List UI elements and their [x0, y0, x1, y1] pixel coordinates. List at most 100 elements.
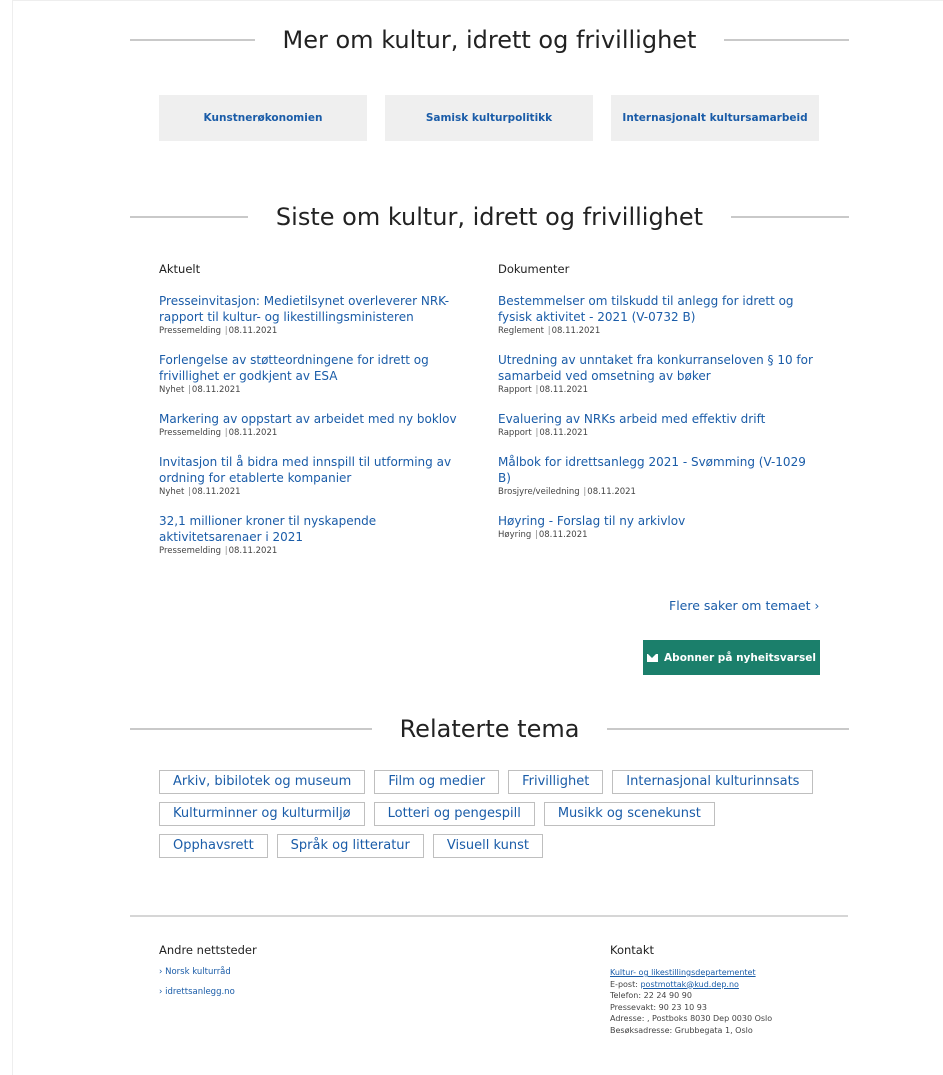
document-type: Reglement	[498, 326, 544, 336]
tag-film-og-medier[interactable]: Film og medier	[374, 770, 500, 794]
tag-kulturminner-og-kulturmiljo[interactable]: Kulturminner og kulturmiljø	[159, 802, 365, 826]
tag-arkiv-bibliotek-museum[interactable]: Arkiv, bibilotek og museum	[159, 770, 366, 794]
divider	[130, 728, 372, 730]
news-type: Pressemelding	[159, 428, 222, 438]
footer-other-sites-title: Andre nettsteder	[159, 943, 257, 957]
news-date: 08.11.2021	[191, 385, 241, 395]
document-type: Brosjyre/veiledning	[498, 487, 580, 497]
footer-link-idrettsanlegg[interactable]: › idrettsanlegg.no	[159, 987, 257, 997]
subscribe-label: Abonner på nyheitsvarsel	[664, 651, 816, 664]
document-date: 08.11.2021	[538, 530, 588, 540]
divider	[731, 216, 850, 218]
document-date: 08.11.2021	[539, 428, 588, 438]
list-item: Presseinvitasjon: Medietilsynet overleve…	[159, 293, 479, 336]
contact-address: Adresse: , Postboks 8030 Dep 0030 Oslo	[610, 1014, 773, 1023]
news-type: Nyhet	[159, 385, 185, 395]
footer-other-sites: Andre nettsteder › Norsk kulturråd › idr…	[159, 943, 257, 1007]
list-item: Forlengelse av støtteordningene for idre…	[159, 352, 479, 395]
news-type: Nyhet	[159, 487, 185, 497]
news-link[interactable]: 32,1 millioner kroner til nyskapende akt…	[159, 513, 479, 545]
contact-phone: Telefon: 22 24 90 90	[610, 991, 692, 1000]
document-link[interactable]: Evaluering av NRKs arbeid med effektiv d…	[498, 411, 818, 427]
topic-card-kunstnerokonomien[interactable]: Kunstnerøkonomien	[159, 95, 367, 141]
chevron-right-icon: ›	[159, 987, 163, 997]
document-link[interactable]: Bestemmelser om tilskudd til anlegg for …	[498, 293, 818, 325]
list-item: Utredning av unntaket fra konkurranselov…	[498, 352, 818, 395]
more-section-title: Mer om kultur, idrett og frivillighet	[282, 26, 697, 54]
topic-card-internasjonalt-kultursamarbeid[interactable]: Internasjonalt kultursamarbeid	[611, 95, 819, 141]
list-item: 32,1 millioner kroner til nyskapende akt…	[159, 513, 479, 556]
news-date: 08.11.2021	[228, 428, 278, 438]
news-meta: Pressemelding |08.11.2021	[159, 428, 278, 438]
tag-opphavsrett[interactable]: Opphavsrett	[159, 834, 268, 858]
latest-section-heading: Siste om kultur, idrett og frivillighet	[130, 203, 850, 231]
document-meta: Brosjyre/veiledning |08.11.2021	[498, 487, 636, 497]
news-link[interactable]: Presseinvitasjon: Medietilsynet overleve…	[159, 293, 479, 325]
chevron-right-icon: ›	[814, 599, 820, 613]
contact-email-line: E-post: postmottak@kud.dep.no	[610, 979, 772, 991]
document-date: 08.11.2021	[587, 487, 636, 497]
list-item: Invitasjon til å bidra med innspill til …	[159, 454, 479, 497]
tag-musikk-og-scenekunst[interactable]: Musikk og scenekunst	[543, 802, 715, 826]
document-date: 08.11.2021	[539, 385, 588, 395]
contact-org-link[interactable]: Kultur- og likestillingsdepartementet	[610, 968, 756, 977]
document-type: Rapport	[498, 428, 532, 438]
subscribe-button[interactable]: Abonner på nyheitsvarsel	[643, 640, 820, 675]
news-date: 08.11.2021	[228, 546, 278, 556]
list-item: Markering av oppstart av arbeidet med ny…	[159, 411, 479, 438]
news-link[interactable]: Forlengelse av støtteordningene for idre…	[159, 352, 479, 384]
footer-divider	[130, 915, 848, 917]
contact-visit-address: Besøksadresse: Grubbegata 1, Oslo	[610, 1025, 753, 1035]
document-date: 08.11.2021	[551, 326, 601, 336]
news-meta: Nyhet |08.11.2021	[159, 385, 241, 395]
news-meta: Pressemelding |08.11.2021	[159, 546, 278, 556]
tag-sprak-og-litteratur[interactable]: Språk og litteratur	[276, 834, 424, 858]
related-section-heading: Relaterte tema	[130, 715, 850, 743]
list-item: Målbok for idrettsanlegg 2021 - Svømming…	[498, 454, 818, 497]
news-date: 08.11.2021	[228, 326, 278, 336]
tag-internasjonal-kulturinnsats[interactable]: Internasjonal kulturinnsats	[612, 770, 814, 794]
document-meta: Høyring |08.11.2021	[498, 530, 588, 540]
document-link[interactable]: Målbok for idrettsanlegg 2021 - Svømming…	[498, 454, 818, 486]
topic-card-samisk-kulturpolitikk[interactable]: Samisk kulturpolitikk	[385, 95, 593, 141]
tag-frivillighet[interactable]: Frivillighet	[508, 770, 604, 794]
latest-section-title: Siste om kultur, idrett og frivillighet	[275, 203, 704, 231]
footer-contact: Kontakt Kultur- og likestillingsdepartem…	[610, 943, 772, 1036]
document-type: Rapport	[498, 385, 532, 395]
contact-email-link[interactable]: postmottak@kud.dep.no	[640, 980, 738, 989]
document-meta: Rapport |08.11.2021	[498, 385, 588, 395]
news-column-title: Aktuelt	[159, 262, 201, 276]
divider	[607, 728, 850, 730]
footer-link-norsk-kulturrad[interactable]: › Norsk kulturråd	[159, 967, 257, 977]
document-meta: Reglement |08.11.2021	[498, 326, 601, 336]
list-item: Evaluering av NRKs arbeid med effektiv d…	[498, 411, 818, 438]
chevron-right-icon: ›	[159, 967, 163, 977]
documents-column: Dokumenter Bestemmelser om tilskudd til …	[498, 262, 818, 556]
divider	[724, 39, 849, 41]
document-meta: Rapport |08.11.2021	[498, 428, 588, 438]
more-section-heading: Mer om kultur, idrett og frivillighet	[130, 26, 849, 54]
tag-lotteri-og-pengespill[interactable]: Lotteri og pengespill	[373, 802, 535, 826]
more-articles-label: Flere saker om temaet	[669, 598, 811, 613]
news-type: Pressemelding	[159, 546, 222, 556]
list-item: Bestemmelser om tilskudd til anlegg for …	[498, 293, 818, 336]
contact-email-label: E-post:	[610, 979, 641, 989]
list-item: Høyring - Forslag til ny arkivlov Høyrin…	[498, 513, 818, 540]
news-column: Aktuelt Presseinvitasjon: Medietilsynet …	[159, 262, 479, 572]
related-tags: Arkiv, bibilotek og museum Film og medie…	[159, 770, 819, 858]
news-link[interactable]: Invitasjon til å bidra med innspill til …	[159, 454, 479, 486]
footer-link-label: Norsk kulturråd	[165, 967, 231, 977]
topic-cards: Kunstnerøkonomien Samisk kulturpolitikk …	[159, 95, 819, 141]
footer-contact-title: Kontakt	[610, 943, 655, 957]
document-type: Høyring	[498, 530, 532, 540]
news-meta: Pressemelding |08.11.2021	[159, 326, 278, 336]
news-date: 08.11.2021	[191, 487, 241, 497]
document-link[interactable]: Utredning av unntaket fra konkurranselov…	[498, 352, 818, 384]
document-link[interactable]: Høyring - Forslag til ny arkivlov	[498, 513, 818, 529]
news-type: Pressemelding	[159, 326, 222, 336]
contact-org-line: Kultur- og likestillingsdepartementet	[610, 967, 772, 979]
tag-visuell-kunst[interactable]: Visuell kunst	[432, 834, 543, 858]
divider	[130, 216, 248, 218]
more-articles-link[interactable]: Flere saker om temaet ›	[669, 598, 819, 613]
news-link[interactable]: Markering av oppstart av arbeidet med ny…	[159, 411, 479, 427]
